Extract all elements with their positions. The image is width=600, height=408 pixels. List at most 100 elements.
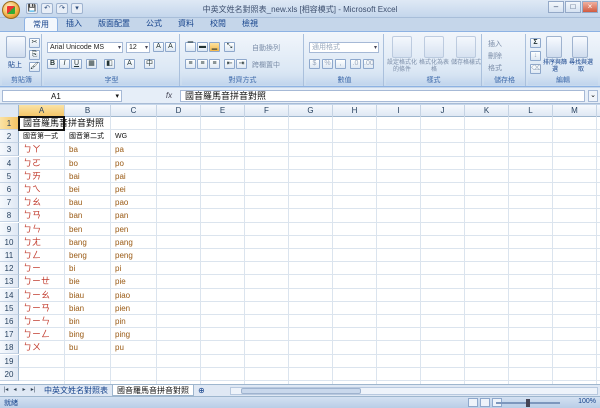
spreadsheet-grid[interactable]: ABCDEFGHIJKLM 1 國音羅馬音拼音對照 2 國音第一式 國音第二式 WG 3 ㄅㄚ…	[0, 105, 600, 387]
cell-a12[interactable]: ㄅㄧ	[19, 262, 41, 275]
cell-a18[interactable]: ㄅㄨ	[19, 341, 41, 354]
conditional-format-icon[interactable]	[392, 36, 412, 58]
row-header[interactable]: 8	[0, 209, 19, 223]
formula-input[interactable]: 國音羅馬音拼音對照	[180, 90, 585, 102]
decrease-indent-icon[interactable]: ⇤	[224, 59, 235, 69]
cell-b6[interactable]: bei	[65, 183, 80, 196]
name-box[interactable]: A1 ▾	[2, 90, 122, 102]
cell-b2[interactable]: 國音第二式	[65, 130, 104, 143]
row-header[interactable]: 17	[0, 328, 19, 342]
cell-c16[interactable]: pin	[111, 315, 126, 328]
cell-b7[interactable]: bau	[65, 196, 82, 209]
cell-b3[interactable]: ba	[65, 143, 78, 156]
row-header[interactable]: 1	[0, 117, 19, 130]
font-name-select[interactable]: Arial Unicode MS ▾	[47, 42, 123, 53]
format-table-icon[interactable]	[424, 36, 444, 58]
align-left-icon[interactable]: ≡	[185, 59, 196, 69]
align-bottom-icon[interactable]: ▁	[209, 42, 220, 52]
tab-home[interactable]: 常用	[24, 17, 58, 32]
cell-c18[interactable]: pu	[111, 341, 124, 354]
align-top-icon[interactable]: ▔	[185, 42, 196, 52]
row-header[interactable]: 15	[0, 301, 19, 315]
fill-icon[interactable]: ↓	[530, 51, 541, 61]
sheet-tab[interactable]: 中英文姓名對照表	[40, 385, 112, 396]
row-header[interactable]: 14	[0, 288, 19, 302]
paste-icon[interactable]	[6, 36, 26, 58]
sort-filter-button[interactable]: 排序與篩選	[542, 60, 568, 74]
cell-b14[interactable]: biau	[65, 289, 84, 302]
cell-c17[interactable]: ping	[111, 328, 130, 341]
cell-b8[interactable]: ban	[65, 209, 82, 222]
cell-a4[interactable]: ㄅㄛ	[19, 157, 41, 170]
tab-insert[interactable]: 插入	[58, 17, 90, 32]
shrink-font-icon[interactable]: A	[165, 42, 176, 52]
row-header[interactable]: 18	[0, 341, 19, 355]
row-header[interactable]: 19	[0, 354, 19, 368]
column-header-m[interactable]: M	[553, 105, 597, 117]
expand-formula-bar-icon[interactable]: ⌄	[588, 90, 598, 102]
insert-function-icon[interactable]: fx	[160, 90, 178, 102]
merge-center-button[interactable]: 跨欄置中	[252, 60, 280, 70]
column-header-d[interactable]: D	[157, 105, 201, 117]
tab-view[interactable]: 檢視	[234, 17, 266, 32]
align-center-icon[interactable]: ≡	[197, 59, 208, 69]
column-header-f[interactable]: F	[245, 105, 289, 117]
row-header[interactable]: 6	[0, 183, 19, 196]
row-header[interactable]: 20	[0, 367, 19, 381]
cell-a10[interactable]: ㄅㄤ	[19, 236, 41, 249]
fill-color-icon[interactable]: ◧	[104, 59, 115, 69]
cell-b9[interactable]: ben	[65, 223, 82, 236]
select-all-corner[interactable]	[0, 105, 19, 117]
cell-b15[interactable]: bian	[65, 302, 84, 315]
cell-c4[interactable]: po	[111, 157, 124, 170]
row-header[interactable]: 12	[0, 262, 19, 276]
copy-icon[interactable]: ⎘	[29, 50, 40, 60]
cell-a14[interactable]: ㄅㄧㄠ	[19, 289, 50, 302]
cell-b5[interactable]: bai	[65, 170, 80, 183]
scrollbar-thumb[interactable]	[241, 388, 361, 394]
column-header-k[interactable]: K	[465, 105, 509, 117]
cell-c13[interactable]: pie	[111, 275, 126, 288]
cell-a7[interactable]: ㄅㄠ	[19, 196, 41, 209]
row-header[interactable]: 3	[0, 143, 19, 157]
cell-c6[interactable]: pei	[111, 183, 126, 196]
percent-icon[interactable]: %	[322, 59, 333, 69]
next-sheet-icon[interactable]: ▸	[20, 386, 28, 395]
cell-c7[interactable]: pao	[111, 196, 128, 209]
cell-b17[interactable]: bing	[65, 328, 84, 341]
border-icon[interactable]: ▦	[86, 59, 97, 69]
align-right-icon[interactable]: ≡	[209, 59, 220, 69]
format-table-button[interactable]: 格式化為表格	[419, 60, 449, 74]
zoom-level[interactable]: 100%	[578, 398, 596, 405]
cell-c11[interactable]: peng	[111, 249, 133, 262]
currency-icon[interactable]: $	[309, 59, 320, 69]
column-header-c[interactable]: C	[111, 105, 157, 117]
phonetic-icon[interactable]: 中	[144, 59, 155, 69]
cell-a8[interactable]: ㄅㄢ	[19, 209, 41, 222]
column-header-l[interactable]: L	[509, 105, 553, 117]
cell-c2[interactable]: WG	[111, 130, 127, 143]
cell-c3[interactable]: pa	[111, 143, 124, 156]
conditional-format-button[interactable]: 設定格式化的條件	[387, 60, 417, 74]
cell-a2[interactable]: 國音第一式	[19, 130, 58, 143]
cell-c14[interactable]: piao	[111, 289, 130, 302]
column-header-i[interactable]: I	[377, 105, 421, 117]
paste-button-label[interactable]: 貼上	[8, 60, 22, 70]
zoom-slider-knob[interactable]	[526, 399, 530, 407]
grow-font-icon[interactable]: A	[153, 42, 164, 52]
office-button[interactable]	[2, 1, 20, 19]
last-sheet-icon[interactable]: ▸|	[29, 386, 37, 395]
normal-view-icon[interactable]	[468, 398, 478, 407]
cell-b18[interactable]: bu	[65, 341, 78, 354]
page-layout-view-icon[interactable]	[480, 398, 490, 407]
increase-decimal-icon[interactable]: .0	[350, 59, 361, 69]
format-cells-button[interactable]: 格式	[488, 63, 502, 73]
cell-a11[interactable]: ㄅㄥ	[19, 249, 41, 262]
tab-data[interactable]: 資料	[170, 17, 202, 32]
cell-c10[interactable]: pang	[111, 236, 133, 249]
cell-styles-button[interactable]: 儲存格樣式	[451, 60, 481, 67]
cell-c12[interactable]: pi	[111, 262, 121, 275]
cell-a16[interactable]: ㄅㄧㄣ	[19, 315, 50, 328]
delete-cells-button[interactable]: 刪除	[488, 51, 502, 61]
minimize-button[interactable]: –	[548, 1, 564, 13]
